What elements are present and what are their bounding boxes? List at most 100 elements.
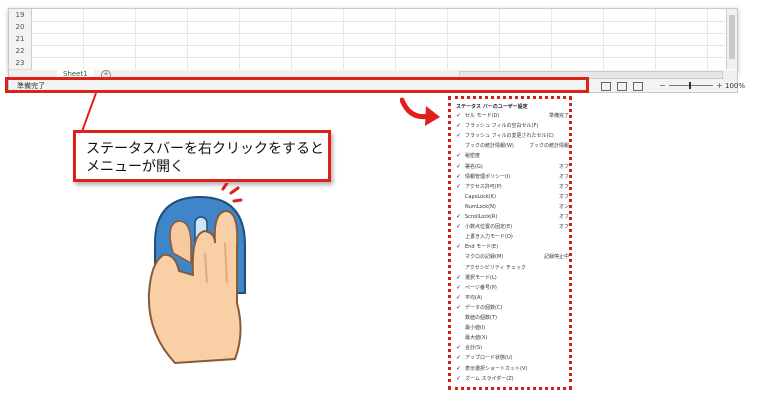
menu-item[interactable]: ✓ 合計(S) xyxy=(453,343,569,353)
menu-item-label: ScrollLock(R) xyxy=(465,214,498,220)
menu-item-value: オフ xyxy=(558,173,569,180)
grid-line xyxy=(395,9,396,69)
callout-line-1: ステータスバーを右クリックをすると xyxy=(86,141,324,157)
checkmark-icon: ✓ xyxy=(456,223,462,231)
scrollbar-thumb[interactable] xyxy=(729,15,735,59)
menu-item[interactable]: 数値の個数(T) xyxy=(453,313,569,323)
grid-line xyxy=(135,9,136,69)
menu-item[interactable]: アクセシビリティ チェック xyxy=(453,263,569,273)
zoom-out-button[interactable]: − xyxy=(659,80,666,91)
checkmark-icon: ✓ xyxy=(456,152,462,160)
menu-item-label: アクセス許可(P) xyxy=(465,183,502,190)
menu-item[interactable]: ✓ セル モード(D) 準備完了 xyxy=(453,111,569,121)
menu-item[interactable]: ✓ 署名(G) オフ xyxy=(453,162,569,172)
menu-item[interactable]: 最大値(X) xyxy=(453,333,569,343)
menu-item-value: オン xyxy=(558,203,569,210)
menu-item-label: アップロード状態(U) xyxy=(465,355,513,362)
menu-item-value: オフ xyxy=(558,163,569,170)
menu-item-label: 秘密度 xyxy=(465,153,481,160)
menu-item[interactable]: ✓ フラッシュ フィルの変更されたセル(C) xyxy=(453,131,569,141)
menu-item-label: 最小値(I) xyxy=(465,325,486,332)
normal-view-icon[interactable] xyxy=(601,82,611,91)
menu-item[interactable]: ✓ ズーム スライダー(Z) xyxy=(453,374,569,384)
zoom-level[interactable]: 100% xyxy=(725,80,745,92)
callout-text: ステータスバーを右クリックをすると メニューが開く xyxy=(86,140,326,176)
menu-item[interactable]: CapsLock(K) オフ xyxy=(453,192,569,202)
menu-item[interactable]: ✓ フラッシュ フィルの空白セル(F) xyxy=(453,121,569,131)
zoom-slider[interactable] xyxy=(669,85,713,86)
checkmark-icon: ✓ xyxy=(456,344,462,352)
zoom-slider-knob[interactable] xyxy=(689,82,691,89)
page-layout-view-icon[interactable] xyxy=(617,82,627,91)
menu-item[interactable]: ✓ ScrollLock(R) オフ xyxy=(453,212,569,222)
grid-line xyxy=(707,9,708,69)
callout-line-2: メニューが開く xyxy=(86,159,184,175)
menu-item[interactable]: ✓ 秘密度 xyxy=(453,151,569,161)
menu-item[interactable]: ✓ 表示選択ショートカット(V) xyxy=(453,364,569,374)
menu-item-label: 情報管理ポリシー(I) xyxy=(465,173,511,180)
callout-pointer xyxy=(81,92,97,131)
checkmark-icon: ✓ xyxy=(456,172,462,180)
menu-item-label: ブックの統計情報(W) xyxy=(465,143,514,150)
checkmark-icon: ✓ xyxy=(456,213,462,220)
page-break-view-icon[interactable] xyxy=(633,82,643,91)
checkmark-icon: ✓ xyxy=(456,374,462,382)
menu-item[interactable]: ブックの統計情報(W) ブックの統計情報 xyxy=(453,141,569,151)
menu-item-label: 合計(S) xyxy=(465,345,483,352)
menu-item-label: 選択モード(L) xyxy=(465,274,497,281)
menu-item-label: ページ番号(P) xyxy=(465,284,497,291)
vertical-scrollbar[interactable] xyxy=(726,9,737,69)
menu-item-label: セル モード(D) xyxy=(465,113,500,119)
hand-mouse-illustration xyxy=(147,183,246,365)
menu-item[interactable]: ✓ アップロード状態(U) xyxy=(453,353,569,363)
grid-line xyxy=(187,9,188,69)
statusbar-context-menu: ステータス バーのユーザー設定 ✓ セル モード(D) 準備完了 ✓ フラッシュ フィル… xyxy=(448,96,572,390)
menu-item-value: ブックの統計情報 xyxy=(528,143,569,150)
menu-item-label: ズーム スライダー(Z) xyxy=(465,375,514,382)
row-header[interactable]: 23 xyxy=(9,57,32,70)
checkmark-icon: ✓ xyxy=(456,293,462,301)
menu-item-label: データの個数(C) xyxy=(465,304,503,311)
menu-item-label: マクロの記録(M) xyxy=(465,254,504,261)
grid-line xyxy=(499,9,500,69)
menu-title: ステータス バーのユーザー設定 xyxy=(456,104,528,110)
checkmark-icon: ✓ xyxy=(456,364,462,372)
menu-item-label: 表示選択ショートカット(V) xyxy=(465,365,528,372)
checkmark-icon: ✓ xyxy=(456,182,462,190)
menu-item[interactable]: ✓ 小数点位置の固定(E) オフ xyxy=(453,222,569,232)
checkmark-icon: ✓ xyxy=(456,303,462,311)
menu-item[interactable]: ✓ 情報管理ポリシー(I) オフ xyxy=(453,172,569,182)
menu-item-label: 小数点位置の固定(E) xyxy=(465,224,513,231)
grid-line xyxy=(291,9,292,69)
menu-item[interactable]: ✓ アクセス許可(P) オフ xyxy=(453,182,569,192)
grid-line xyxy=(343,9,344,69)
checkmark-icon: ✓ xyxy=(456,162,462,170)
menu-item[interactable]: ✓ 選択モード(L) xyxy=(453,273,569,283)
menu-item[interactable]: マクロの記録(M) 記録停止中 xyxy=(453,252,569,262)
grid-line xyxy=(447,9,448,69)
grid-line xyxy=(603,9,604,69)
checkmark-icon: ✓ xyxy=(456,243,462,251)
menu-item-label: アクセシビリティ チェック xyxy=(465,264,527,271)
menu-item[interactable]: NumLock(N) オン xyxy=(453,202,569,212)
menu-item-value: オフ xyxy=(558,214,569,220)
grid-line xyxy=(551,9,552,69)
menu-item-label: 平均(A) xyxy=(465,294,483,301)
menu-item[interactable]: ✓ End モード(E) xyxy=(453,242,569,252)
menu-item-value: オフ xyxy=(558,224,569,231)
menu-item-label: 数値の個数(T) xyxy=(465,315,497,321)
checkmark-icon: ✓ xyxy=(456,122,462,130)
zoom-in-button[interactable]: + xyxy=(716,80,723,91)
menu-item[interactable]: 上書き入力モード(O) xyxy=(453,232,569,242)
grid-line xyxy=(239,9,240,69)
spreadsheet-grid[interactable]: 19 20 21 22 23 xyxy=(8,8,738,72)
checkmark-icon: ✓ xyxy=(456,112,462,119)
status-bar-highlight xyxy=(5,77,589,93)
menu-item[interactable]: ✓ データの個数(C) xyxy=(453,303,569,313)
menu-item-label: NumLock(N) xyxy=(465,203,496,210)
menu-item[interactable]: ✓ ページ番号(P) xyxy=(453,283,569,293)
menu-item-label: CapsLock(K) xyxy=(465,193,496,200)
menu-item[interactable]: 最小値(I) xyxy=(453,323,569,333)
menu-item-label: 最大値(X) xyxy=(465,335,488,342)
menu-item[interactable]: ✓ 平均(A) xyxy=(453,293,569,303)
